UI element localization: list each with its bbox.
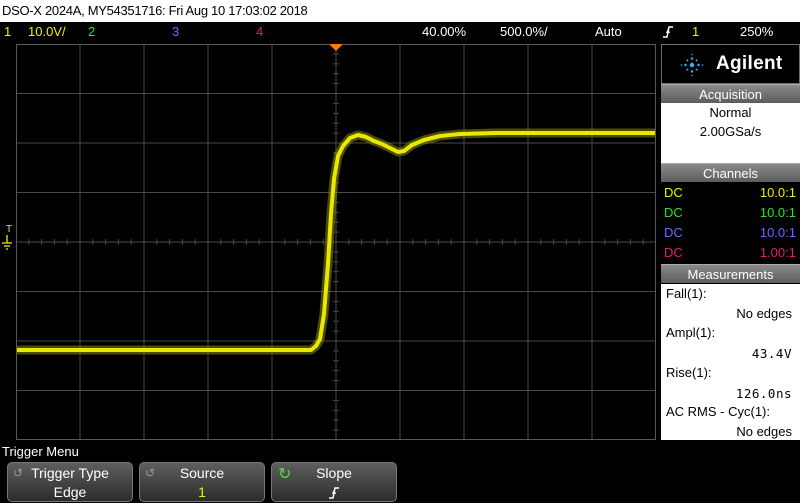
measurement-name[interactable]: Ampl(1):	[666, 325, 715, 340]
channel-row-1[interactable]: DC 10.0:1	[661, 183, 800, 203]
probe-ratio: 10.0:1	[759, 225, 796, 240]
ch1-number[interactable]: 1	[4, 22, 11, 42]
time-scale[interactable]: 500.0%/	[500, 22, 548, 42]
spark-icon	[680, 53, 704, 77]
probe-ratio: 10.0:1	[759, 205, 796, 220]
rising-edge-icon	[272, 485, 396, 503]
sample-rate: 2.00GSa/s	[699, 124, 762, 139]
measurement-value: 126.0ns	[735, 386, 792, 401]
softkey-value: 1	[198, 484, 206, 500]
softkey-label: Trigger Type	[31, 465, 109, 481]
acquisition-panel: Normal 2.00GSa/s	[661, 103, 800, 163]
trigger-source[interactable]: 1	[692, 22, 699, 42]
measurements-panel: Fall(1): No edges Ampl(1): 43.4V Rise(1)…	[661, 284, 800, 440]
rising-edge-icon	[662, 22, 674, 46]
channels-header[interactable]: Channels	[661, 163, 800, 182]
waveform-display[interactable]	[16, 44, 656, 440]
window-title: DSO-X 2024A, MY54351716: Fri Aug 10 17:0…	[0, 0, 800, 22]
menu-title: Trigger Menu	[2, 444, 79, 459]
trigger-level[interactable]: 250%	[740, 22, 773, 42]
ch3-number[interactable]: 3	[172, 22, 179, 42]
measurement-name[interactable]: Fall(1):	[666, 286, 706, 301]
softkey-label: Slope	[316, 465, 352, 481]
measurement-name[interactable]: Rise(1):	[666, 365, 712, 380]
trigger-mode[interactable]: Auto	[595, 22, 622, 42]
measurements-header[interactable]: Measurements	[661, 264, 800, 283]
measurement-value: No edges	[736, 424, 792, 439]
channel-coupling: DC	[664, 245, 683, 260]
ch4-number[interactable]: 4	[256, 22, 263, 42]
softkey-label: Source	[179, 465, 225, 481]
measurement-value: No edges	[736, 306, 792, 321]
channel-row-2[interactable]: DC 10.0:1	[661, 203, 800, 223]
side-panel: Agilent Acquisition Normal 2.00GSa/s Cha…	[661, 44, 800, 440]
measurement-name[interactable]: AC RMS - Cyc(1):	[666, 404, 770, 419]
channel-coupling: DC	[664, 185, 683, 200]
slope-softkey[interactable]: ↻ Slope	[271, 462, 397, 502]
probe-ratio: 10.0:1	[759, 185, 796, 200]
source-softkey[interactable]: ↺ Source 1	[139, 462, 265, 502]
probe-ratio: 1.00:1	[759, 245, 796, 260]
ch2-number[interactable]: 2	[88, 22, 95, 42]
ch1-scale[interactable]: 10.0V/	[28, 22, 66, 42]
ground-icon	[1, 234, 13, 257]
softkey-value: Edge	[53, 484, 87, 500]
channel-row-3[interactable]: DC 10.0:1	[661, 223, 800, 243]
channel-coupling: DC	[664, 225, 683, 240]
channel-coupling: DC	[664, 205, 683, 220]
measurement-value: 43.4V	[751, 346, 792, 361]
trigger-type-softkey[interactable]: ↺ Trigger Type Edge	[7, 462, 133, 502]
status-bar: 1 10.0V/ 2 3 4 40.00% 500.0%/ Auto 1 250…	[0, 22, 800, 42]
acquisition-mode: Normal	[709, 105, 752, 120]
brand-name: Agilent	[716, 53, 783, 74]
brand-logo: Agilent	[661, 44, 800, 84]
acquisition-header[interactable]: Acquisition	[661, 84, 800, 103]
time-position[interactable]: 40.00%	[422, 22, 466, 42]
channel-row-4[interactable]: DC 1.00:1	[661, 243, 800, 263]
